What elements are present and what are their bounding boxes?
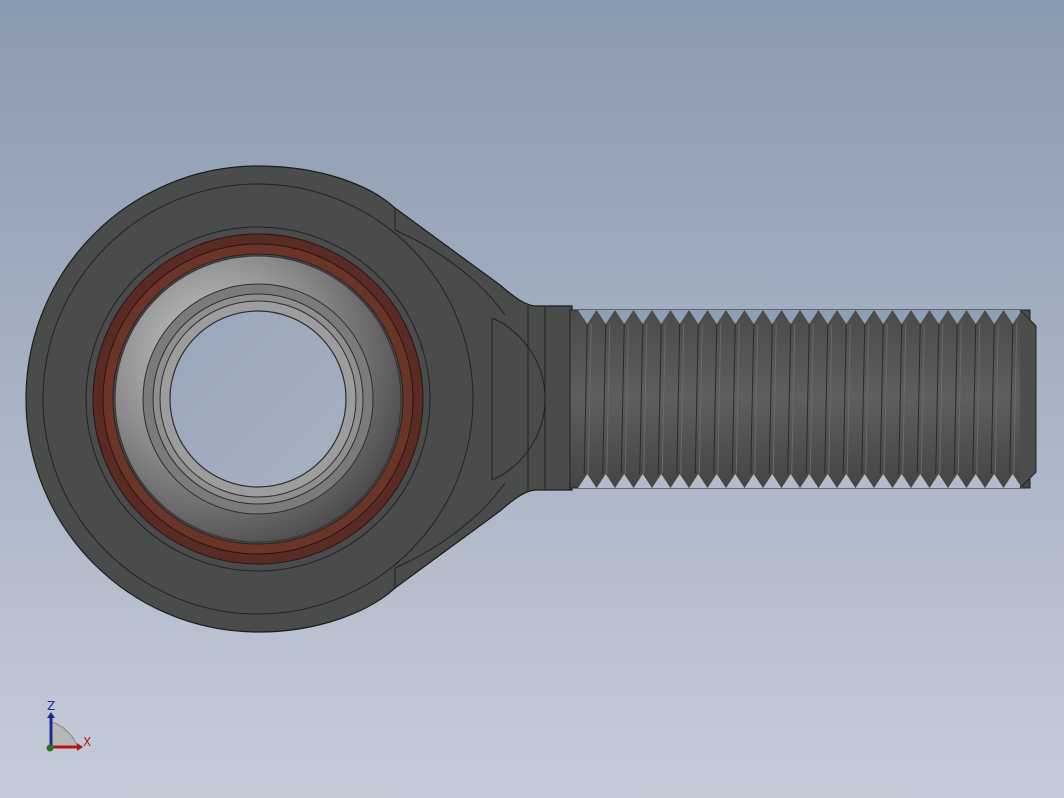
bore-hole bbox=[169, 310, 347, 488]
triad-origin-icon bbox=[46, 744, 54, 752]
triad-z-label: Z bbox=[47, 699, 56, 713]
shank-end-chamfer bbox=[1019, 309, 1037, 489]
model-canvas[interactable] bbox=[0, 0, 1064, 798]
ball-insert[interactable] bbox=[114, 255, 402, 543]
graphics-viewport[interactable]: Z X bbox=[0, 0, 1064, 798]
threaded-shank[interactable] bbox=[569, 309, 1037, 489]
triad-x-label: X bbox=[83, 735, 92, 749]
